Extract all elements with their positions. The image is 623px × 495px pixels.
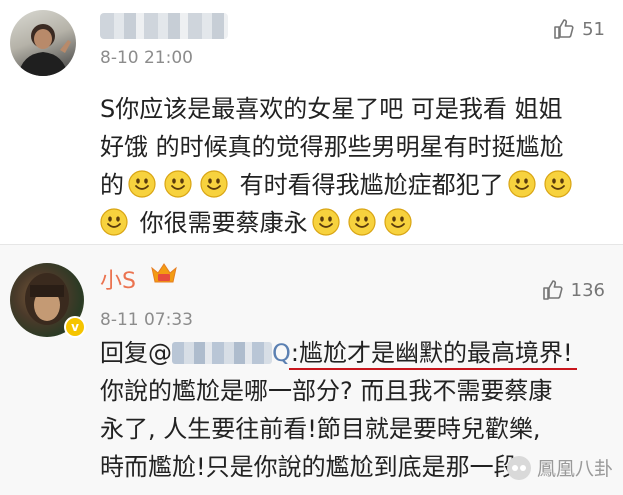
comment-time: 8-10 21:00 (100, 48, 193, 68)
verified-v-badge: v (64, 316, 86, 338)
avatar[interactable] (10, 10, 76, 76)
mention-link[interactable]: Q (172, 339, 291, 367)
comment-fragment: 你很需要蔡康永 (139, 209, 308, 237)
smile-emoji-icon (128, 170, 156, 198)
thumbs-up-icon (541, 278, 565, 302)
comment-time: 8-11 07:33 (100, 310, 193, 330)
like-count: 136 (570, 279, 605, 301)
comment-item: 8-10 21:00 51 S你应该是最喜欢的女星了吧 可是我看 姐姐 好饿 的… (0, 0, 623, 244)
vip-badge-icon (151, 263, 177, 283)
smile-emoji-icon (384, 208, 412, 236)
smile-emoji-icon (508, 170, 536, 198)
smile-emoji-icon (348, 208, 376, 236)
comment-line: 你說的尷尬是哪一部分? 而且我不需要蔡康 (100, 377, 553, 405)
comment-item: v 小S 8-11 07:33 136 回复@ Q:尴尬才是幽默的最高境界! 你說… (0, 245, 623, 495)
like-button[interactable]: 136 (541, 278, 605, 302)
comment-line: S你应该是最喜欢的女星了吧 可是我看 姐姐 (100, 95, 563, 123)
username[interactable]: 小S (100, 263, 136, 295)
comment-line: 永了, 人生要往前看!節目就是要時兒歡樂, (100, 415, 541, 443)
comment-line: 好饿 的时候真的觉得那些男明星有时挺尴尬 (100, 133, 564, 161)
thumbs-up-icon (552, 17, 576, 41)
comment-line: 你很需要蔡康永 (100, 204, 610, 242)
smile-emoji-icon (200, 170, 228, 198)
smile-emoji-icon (100, 208, 128, 236)
mention-obscured (172, 342, 272, 364)
comment-fragment: 的 (100, 171, 124, 199)
like-count: 51 (582, 18, 605, 40)
comment-line: 的 有时看得我尴尬症都犯了 (100, 166, 610, 204)
smile-emoji-icon (312, 208, 340, 236)
comment-text: S你应该是最喜欢的女星了吧 可是我看 姐姐 好饿 的时候真的觉得那些男明星有时挺… (100, 90, 610, 242)
wechat-icon (506, 455, 531, 480)
comment-line: 回复@ Q:尴尬才是幽默的最高境界! (100, 334, 610, 372)
smile-emoji-icon (164, 170, 192, 198)
watermark: 鳳凰八卦 (506, 454, 613, 481)
username-obscured[interactable] (100, 13, 228, 39)
watermark-text: 鳳凰八卦 (536, 458, 613, 480)
mention-tail: Q (272, 339, 291, 367)
reply-prefix: 回复@ (100, 339, 172, 367)
smile-emoji-icon (544, 170, 572, 198)
highlighted-text: :尴尬才是幽默的最高境界! (290, 339, 573, 367)
comment-fragment: 有时看得我尴尬症都犯了 (239, 171, 504, 199)
like-button[interactable]: 51 (552, 17, 605, 41)
